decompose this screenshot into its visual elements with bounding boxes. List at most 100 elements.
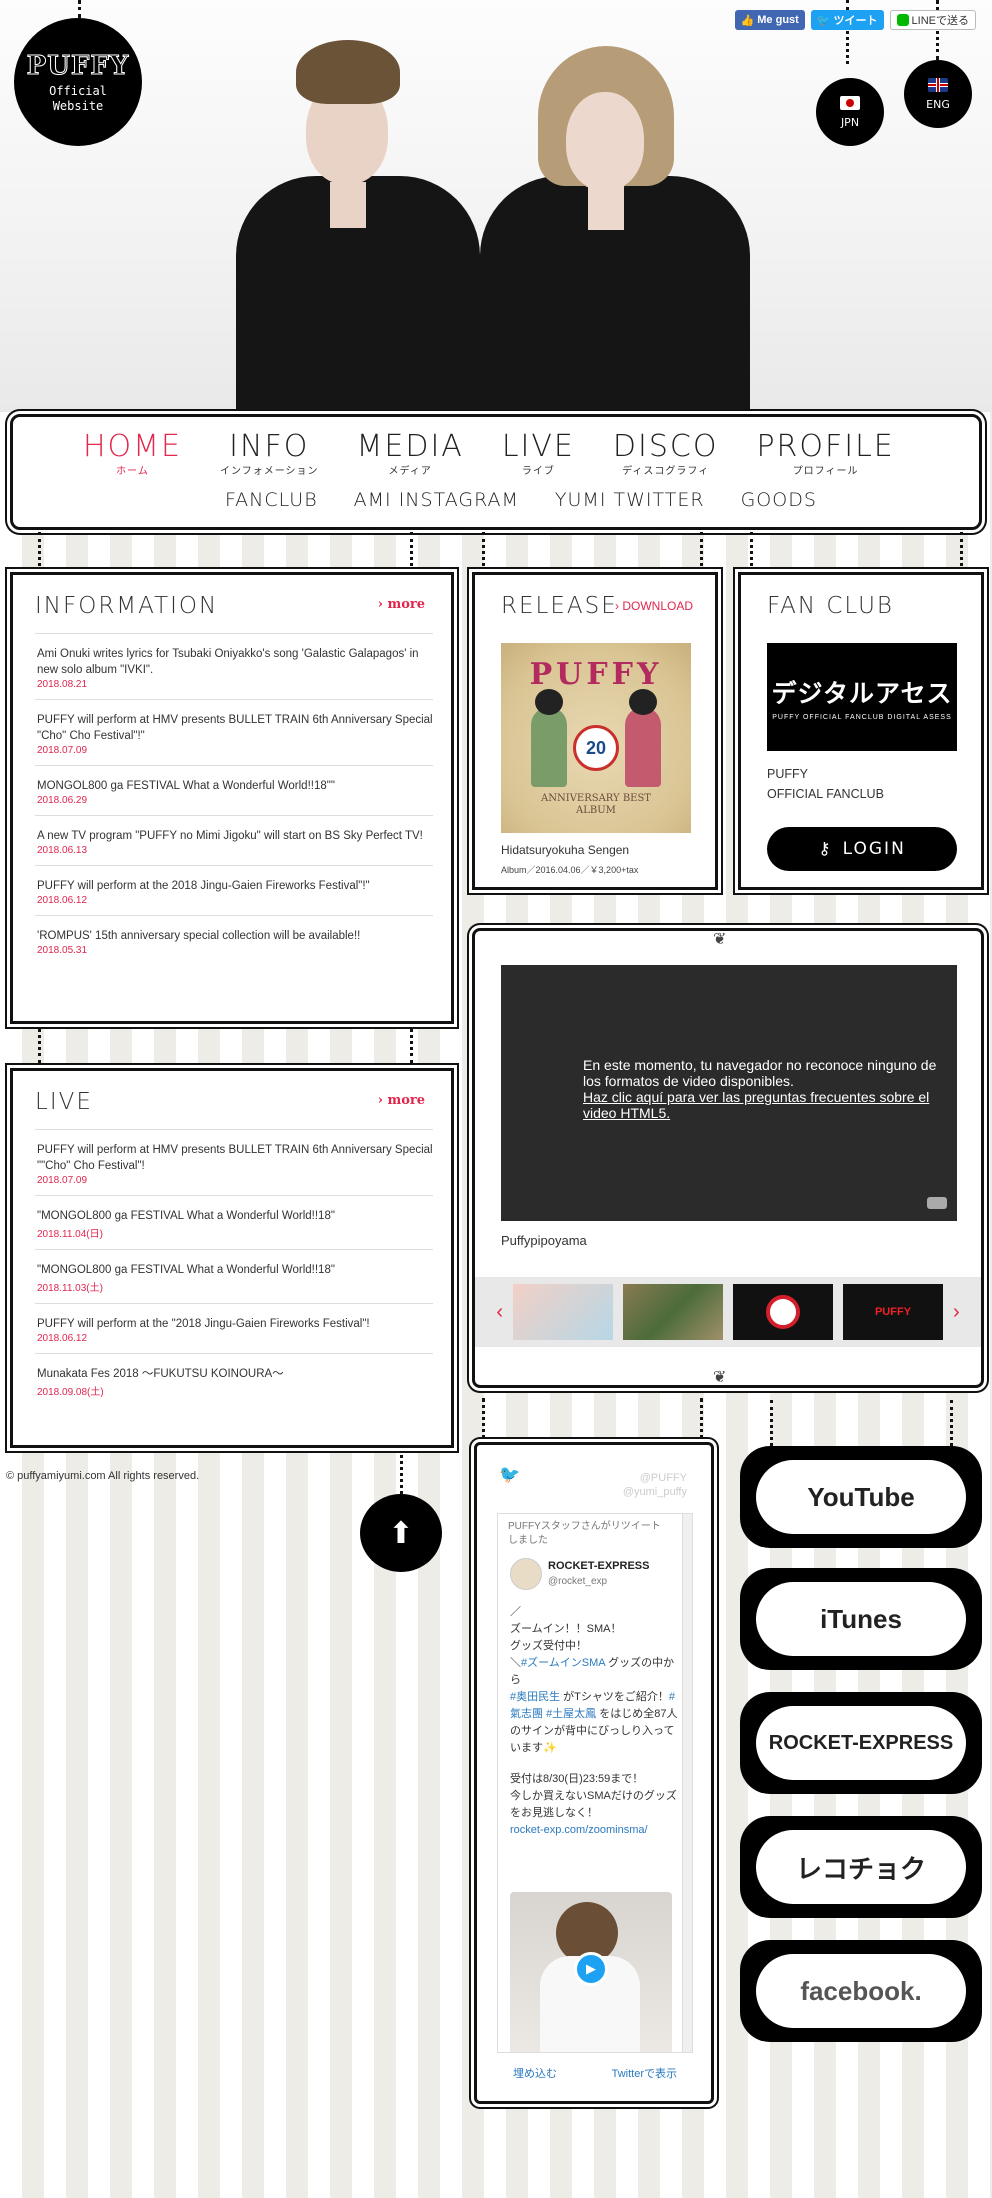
- tweet-author[interactable]: ROCKET-EXPRESS: [548, 1560, 649, 1572]
- video-faq-link[interactable]: Haz clic aquí para ver las preguntas fre…: [583, 1089, 943, 1121]
- nav-fanclub[interactable]: FANCLUB: [225, 489, 318, 511]
- live-title: LIVE: [35, 1089, 93, 1115]
- album-cover[interactable]: PUFFY 20 ANNIVERSARY BEST ALBUM: [501, 643, 691, 833]
- logo-brand: PUFFY: [26, 50, 130, 81]
- tweet-video-thumbnail[interactable]: ▶: [510, 1892, 672, 2052]
- line-icon: [896, 14, 909, 26]
- release-name[interactable]: Hidatsuryokuha Sengen: [501, 843, 629, 857]
- list-item[interactable]: PUFFY will perform at HMV presents BULLE…: [35, 1129, 433, 1195]
- recochoku-link[interactable]: レコチョク: [740, 1816, 982, 1918]
- list-item[interactable]: 'ROMPUS' 15th anniversary special collec…: [35, 915, 433, 965]
- nav-profile-sublabel: プロフィール: [792, 466, 859, 477]
- nav-goods-label: GOODS: [740, 489, 817, 511]
- hashtag-link[interactable]: #土屋太鳳: [546, 1708, 596, 1720]
- facebook-like-button[interactable]: 👍 Me gust: [734, 10, 805, 30]
- tweet-line: #奥田民生 がTシャツをご紹介！#氣志團 #土屋太鳳 をはじめ全87人のサインが…: [510, 1691, 678, 1754]
- carousel-prev-icon[interactable]: ‹: [496, 1301, 503, 1324]
- site-logo[interactable]: PUFFY Official Website: [14, 18, 142, 146]
- twitter-handles: @PUFFY @yumi_puffy: [623, 1471, 687, 1499]
- nav-media[interactable]: MEDIA メディア: [357, 429, 464, 477]
- release-title: RELEASE: [501, 593, 618, 619]
- twitter-handle-2[interactable]: @yumi_puffy: [623, 1485, 687, 1499]
- youtube-logo-icon[interactable]: [927, 1197, 947, 1209]
- video-player[interactable]: En este momento, tu navegador no reconoc…: [501, 965, 957, 1221]
- nav-info[interactable]: INFO インフォメーション: [220, 429, 319, 477]
- nav-ami-instagram[interactable]: AMI INSTAGRAM: [354, 489, 519, 511]
- nav-yumi-twitter[interactable]: YUMI TWITTER: [555, 489, 705, 511]
- back-to-top-button[interactable]: ⬆: [360, 1494, 442, 1572]
- tweet-author-handle[interactable]: @rocket_exp: [548, 1576, 607, 1587]
- list-item[interactable]: PUFFY will perform at the "2018 Jingu-Ga…: [35, 1303, 433, 1353]
- lang-jpn-button[interactable]: JPN: [816, 78, 884, 146]
- nav-media-label: MEDIA: [356, 429, 464, 464]
- social-share-bar: 👍 Me gust 🐦 ツイート LINEで送る: [734, 10, 976, 30]
- itunes-link[interactable]: iTunes: [740, 1568, 982, 1670]
- lang-jpn-label: JPN: [840, 115, 860, 129]
- login-button[interactable]: ⚷ LOGIN: [767, 827, 957, 871]
- twitter-bird-icon: 🐦: [499, 1465, 521, 1484]
- nav-info-sublabel: インフォメーション: [220, 466, 319, 477]
- nav-home[interactable]: HOME ホーム: [83, 429, 182, 477]
- list-item[interactable]: MONGOL800 ga FESTIVAL What a Wonderful W…: [35, 765, 433, 815]
- fanclub-banner-title: デジタルアセス: [771, 678, 953, 708]
- nav-disco[interactable]: DISCO ディスコグラフィ: [613, 429, 719, 477]
- rocket-express-link[interactable]: ROCKET-EXPRESS: [740, 1692, 982, 1794]
- hashtag-link[interactable]: #ズームインSMA: [521, 1657, 605, 1669]
- line-share-button[interactable]: LINEで送る: [889, 10, 976, 30]
- tweet-line: グッズ受付中！: [510, 1640, 587, 1652]
- embed-link[interactable]: 埋め込む: [513, 2065, 557, 2081]
- news-date: 2018.06.29: [37, 795, 88, 806]
- news-date: 2018.06.13: [37, 845, 88, 856]
- list-item[interactable]: "MONGOL800 ga FESTIVAL What a Wonderful …: [35, 1249, 433, 1303]
- list-item[interactable]: "MONGOL800 ga FESTIVAL What a Wonderful …: [35, 1195, 433, 1249]
- live-more-link[interactable]: › more: [378, 1093, 425, 1108]
- timeline-scrollbar[interactable]: [682, 1514, 692, 2052]
- nav-profile[interactable]: PROFILE プロフィール: [756, 429, 894, 477]
- fanclub-panel: FAN CLUB デジタルアセス PUFFY OFFICIAL FANCLUB …: [738, 572, 984, 890]
- twitter-handle-1[interactable]: @PUFFY: [623, 1471, 687, 1485]
- list-item[interactable]: Munakata Fes 2018 〜FUKUTSU KOINOURA〜 2018…: [35, 1353, 433, 1407]
- release-panel: RELEASE › DOWNLOAD PUFFY 20 ANNIVERSARY …: [472, 572, 718, 890]
- hero-photo: [0, 0, 992, 412]
- fanclub-banner[interactable]: デジタルアセス PUFFY OFFICIAL FANCLUB DIGITAL A…: [767, 643, 957, 751]
- tweet-line: ズームイン！！SMA！: [510, 1623, 622, 1635]
- itunes-logo: iTunes: [756, 1582, 966, 1656]
- release-download-link[interactable]: › DOWNLOAD: [615, 599, 693, 613]
- hashtag-link[interactable]: #奥田民生: [510, 1691, 560, 1703]
- video-thumbnail[interactable]: [623, 1284, 723, 1340]
- list-item[interactable]: A new TV program "PUFFY no Mimi Jigoku" …: [35, 815, 433, 865]
- facebook-link[interactable]: facebook.: [740, 1940, 982, 2042]
- youtube-link[interactable]: YouTube: [740, 1446, 982, 1548]
- play-icon[interactable]: ▶: [574, 1952, 608, 1986]
- news-text: PUFFY will perform at the 2018 Jingu-Gai…: [37, 880, 370, 892]
- nav-goods[interactable]: GOODS: [741, 489, 817, 511]
- live-text: "MONGOL800 ga FESTIVAL What a Wonderful …: [37, 1264, 335, 1276]
- nav-home-label: HOME: [83, 429, 183, 464]
- avatar[interactable]: [510, 1558, 542, 1590]
- list-item[interactable]: PUFFY will perform at HMV presents BULLE…: [35, 699, 433, 765]
- carousel-next-icon[interactable]: ›: [953, 1301, 960, 1324]
- video-thumbnail[interactable]: [733, 1284, 833, 1340]
- list-item[interactable]: Ami Onuki writes lyrics for Tsubaki Oniy…: [35, 633, 433, 699]
- news-text: A new TV program "PUFFY no Mimi Jigoku" …: [37, 830, 423, 842]
- video-thumbnail[interactable]: PUFFY: [843, 1284, 943, 1340]
- news-text: 'ROMPUS' 15th anniversary special collec…: [37, 930, 361, 942]
- tweet-line-text: ＼: [510, 1657, 521, 1669]
- news-date: 2018.05.31: [37, 945, 88, 956]
- nav-live[interactable]: LIVE ライブ: [502, 429, 575, 477]
- tweet-url-link[interactable]: rocket-exp.com/zoominsma/: [510, 1822, 682, 1839]
- list-item[interactable]: PUFFY will perform at the 2018 Jingu-Gai…: [35, 865, 433, 915]
- view-on-twitter-link[interactable]: Twitterで表示: [612, 2065, 677, 2081]
- lang-eng-button[interactable]: ENG: [904, 60, 972, 128]
- main-navigation: HOME ホーム INFO インフォメーション MEDIA メディア LIVE …: [10, 414, 982, 530]
- retweet-notice: PUFFYスタッフさんがリツイートしました: [508, 1521, 661, 1546]
- ornament-top-icon: ❦: [713, 931, 727, 948]
- video-unsupported-message: En este momento, tu navegador no reconoc…: [583, 1057, 943, 1121]
- news-text: Ami Onuki writes lyrics for Tsubaki Oniy…: [37, 648, 419, 676]
- information-more-link[interactable]: › more: [378, 597, 425, 612]
- information-panel: INFORMATION › more Ami Onuki writes lyri…: [10, 572, 454, 1024]
- live-date: 2018.06.12: [37, 1333, 88, 1344]
- video-thumbnail[interactable]: [513, 1284, 613, 1340]
- tweet-button[interactable]: 🐦 ツイート: [810, 10, 884, 30]
- twitter-timeline: 🐦 @PUFFY @yumi_puffy PUFFYスタッフさんがリツイートしま…: [474, 1442, 714, 2104]
